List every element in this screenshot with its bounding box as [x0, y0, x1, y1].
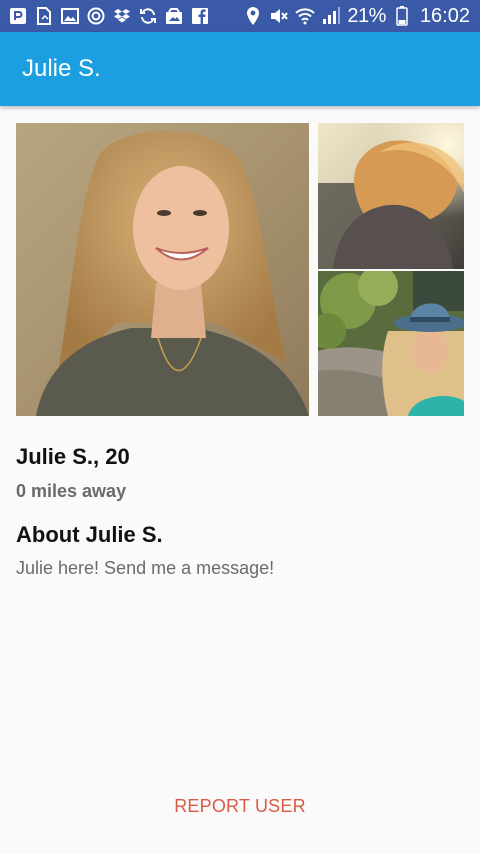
location-icon	[243, 6, 263, 26]
windblown-hair-photo[interactable]	[318, 123, 464, 269]
wifi-icon	[295, 6, 316, 26]
dropbox-icon	[112, 6, 132, 26]
image-icon	[60, 6, 80, 26]
sync-icon	[138, 6, 158, 26]
mute-icon	[269, 6, 289, 26]
status-bar-system: 21% 16:02	[243, 5, 470, 28]
signal-icon	[321, 6, 341, 26]
status-bar-notifications	[8, 6, 210, 26]
about-text: Julie here! Send me a message!	[16, 558, 275, 578]
report-user-button[interactable]: REPORT USER	[140, 786, 340, 826]
circle-swirl-icon	[86, 6, 106, 26]
battery-icon	[392, 6, 412, 26]
main-profile-photo[interactable]	[16, 123, 309, 416]
status-bar: 21% 16:02	[0, 0, 480, 32]
photos-icon	[164, 6, 184, 26]
app-bar: Julie S.	[0, 32, 480, 106]
clock: 16:02	[419, 4, 470, 27]
p-app-icon	[8, 6, 28, 26]
document-icon	[34, 6, 54, 26]
facebook-icon	[190, 6, 210, 26]
blue-hat-photo[interactable]	[318, 271, 464, 416]
page-title: Julie S.	[22, 55, 101, 82]
profile-distance: 0 miles away	[16, 481, 127, 501]
profile-name-age: Julie S., 20	[16, 444, 130, 469]
about-heading: About Julie S.	[16, 522, 163, 547]
battery-percent: 21%	[347, 4, 386, 27]
